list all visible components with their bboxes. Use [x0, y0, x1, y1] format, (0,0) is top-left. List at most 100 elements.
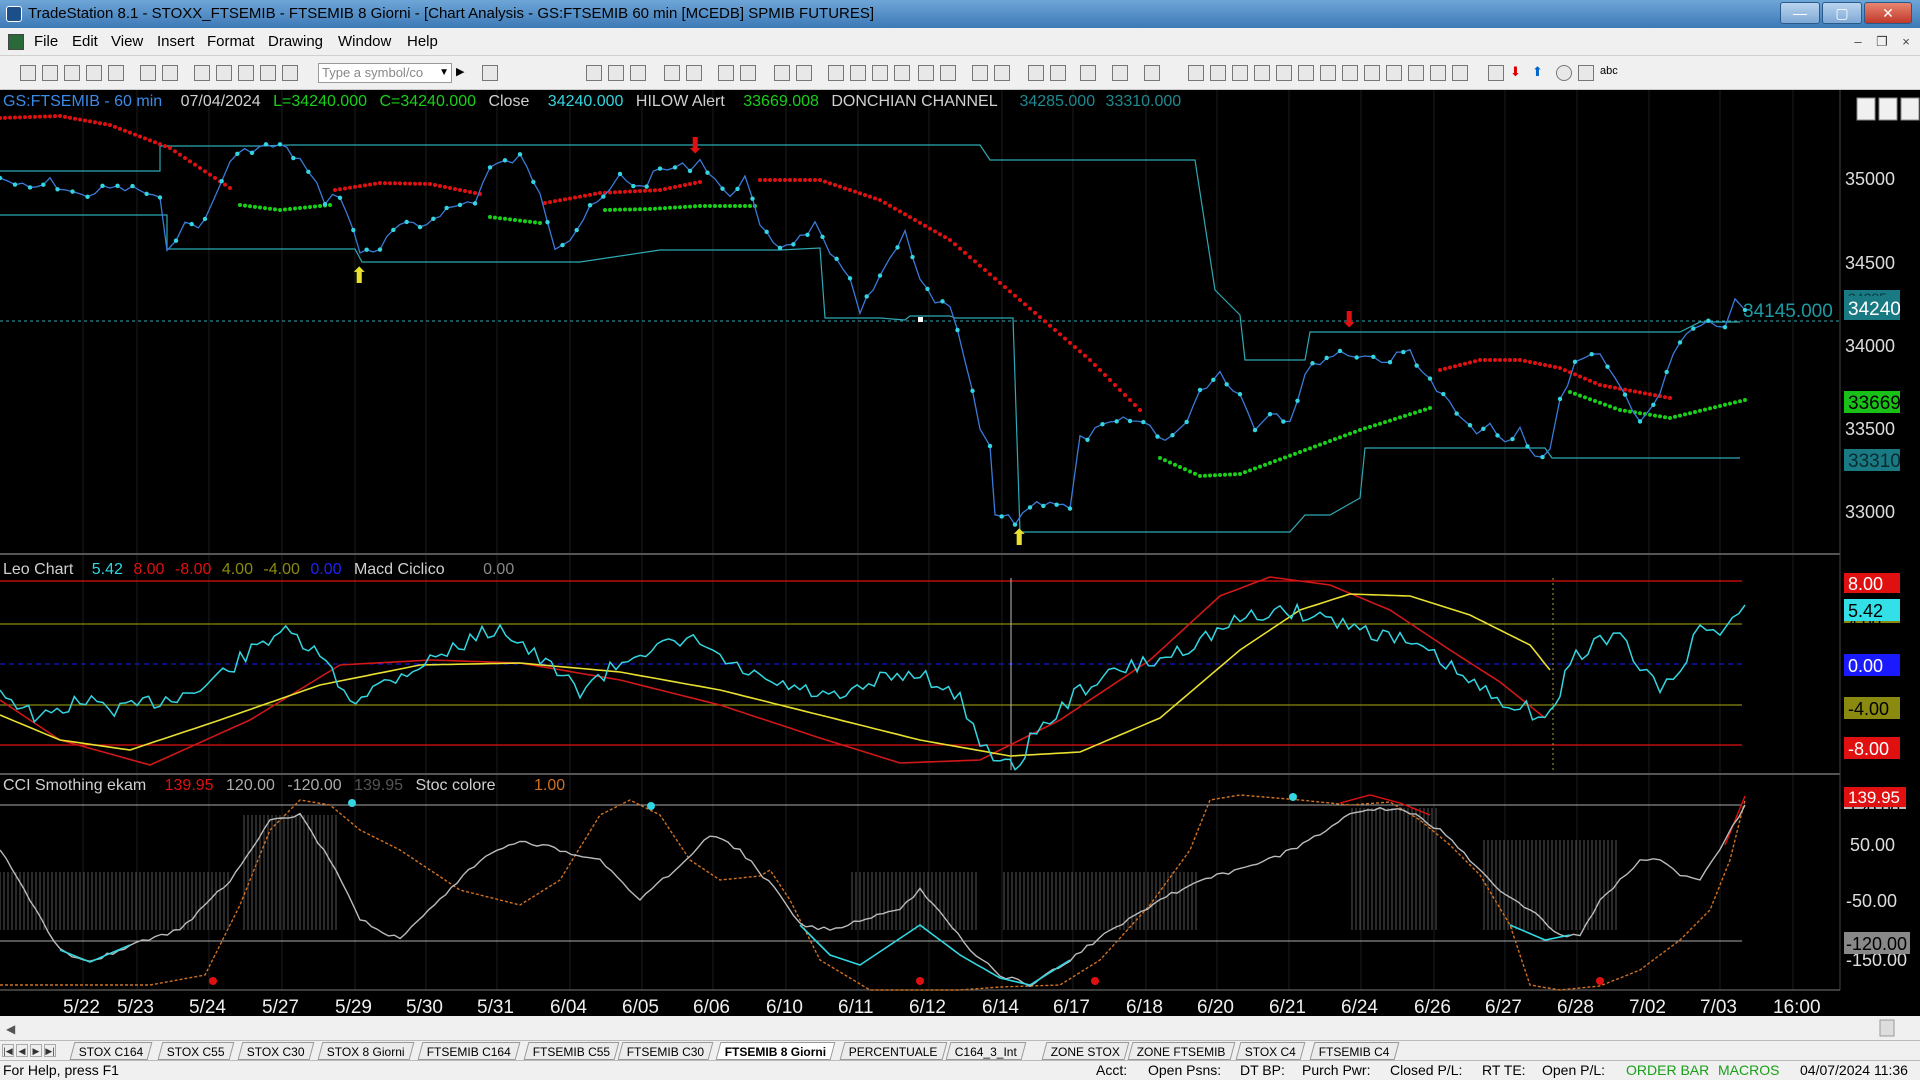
menu-format[interactable]: Format — [207, 28, 255, 56]
color-icon[interactable] — [282, 65, 298, 81]
tab-ftsemib-c30[interactable]: FTSEMIB C30 — [617, 1042, 714, 1060]
new-icon[interactable] — [20, 65, 36, 81]
tab-ftsemib-c55[interactable]: FTSEMIB C55 — [523, 1042, 620, 1060]
tab-ftsemib-c164[interactable]: FTSEMIB C164 — [417, 1042, 521, 1060]
tab-ftsemib-8-giorni[interactable]: FTSEMIB 8 Giorni — [715, 1042, 836, 1060]
open-icon[interactable] — [42, 65, 58, 81]
tab-stox-c30[interactable]: STOX C30 — [237, 1042, 315, 1060]
arc-icon[interactable] — [1408, 65, 1424, 81]
scale-icon[interactable] — [872, 65, 888, 81]
text-icon[interactable]: abc — [1600, 65, 1618, 81]
scroll-left-icon[interactable]: ◀ — [6, 1022, 16, 1036]
alert-icon[interactable] — [1112, 65, 1128, 81]
mdi-restore-icon[interactable]: ❐ — [1872, 32, 1892, 52]
parallel-lines-icon[interactable] — [1386, 65, 1402, 81]
open-workspace-icon[interactable] — [86, 65, 102, 81]
menu-view[interactable]: View — [111, 28, 143, 56]
mdi-close-icon[interactable]: × — [1896, 32, 1916, 52]
close-button[interactable]: ✕ — [1864, 2, 1912, 24]
rectangle-icon[interactable] — [1578, 65, 1594, 81]
pointer-icon[interactable] — [1028, 65, 1044, 81]
pen-icon[interactable] — [1452, 65, 1468, 81]
maximize-button[interactable]: ▢ — [1822, 2, 1862, 24]
tab-prev-icon[interactable]: ◀ — [16, 1044, 28, 1057]
vertical-lines-icon[interactable] — [1210, 65, 1226, 81]
tab-zone-ftsemib[interactable]: ZONE FTSEMIB — [1127, 1042, 1236, 1060]
ellipse-icon[interactable] — [1556, 65, 1572, 81]
tab-stox-c55[interactable]: STOX C55 — [157, 1042, 235, 1060]
chart-close-button[interactable] — [1900, 97, 1920, 121]
format-icon[interactable] — [260, 65, 276, 81]
strategy-icon[interactable] — [686, 65, 702, 81]
chart-analysis-window[interactable]: ⬇ ⬇ ⬆ ⬆ GS:FTSEMIB - 60 min 07/04/2024 L… — [0, 90, 1920, 1040]
speed-lines-icon[interactable] — [1320, 65, 1336, 81]
print-preview-icon[interactable] — [162, 65, 178, 81]
gann-fan-icon[interactable] — [1298, 65, 1314, 81]
cycle-icon[interactable] — [1430, 65, 1446, 81]
chart-type-icon[interactable] — [586, 65, 602, 81]
bar-spacing-icon[interactable] — [774, 65, 790, 81]
lock-icon[interactable] — [238, 65, 254, 81]
channel-icon[interactable] — [1342, 65, 1358, 81]
mdi-minimize-icon[interactable]: – — [1848, 32, 1868, 52]
save-icon[interactable] — [108, 65, 124, 81]
bar-width-icon[interactable] — [796, 65, 812, 81]
freehand-icon[interactable] — [1488, 65, 1504, 81]
menu-drawing[interactable]: Drawing — [268, 28, 323, 56]
print-icon[interactable] — [140, 65, 156, 81]
tab-first-icon[interactable]: |◀ — [2, 1044, 14, 1057]
scroll-icon[interactable] — [850, 65, 866, 81]
analysis-icon[interactable] — [718, 65, 734, 81]
horizontal-scrollbar[interactable] — [0, 1016, 1920, 1040]
fibonacci-icon[interactable] — [1254, 65, 1270, 81]
tab-percentuale[interactable]: PERCENTUALE — [839, 1042, 948, 1060]
new-workspace-icon[interactable] — [64, 65, 80, 81]
up-arrow-icon[interactable]: ⬆ — [1532, 65, 1548, 81]
chart-window-icon[interactable] — [8, 34, 24, 50]
expand-icon[interactable] — [918, 65, 934, 81]
tab-c164_3_int[interactable]: C164_3_Int — [945, 1042, 1027, 1060]
link-icon[interactable] — [216, 65, 232, 81]
menu-file[interactable]: File — [34, 28, 58, 56]
tools-icon[interactable] — [1080, 65, 1096, 81]
menu-insert[interactable]: Insert — [157, 28, 195, 56]
tab-zone-stox[interactable]: ZONE STOX — [1041, 1042, 1130, 1060]
candle-chart-icon[interactable] — [630, 65, 646, 81]
andrews-pitchfork-icon[interactable] — [1276, 65, 1292, 81]
scroll-thumb[interactable] — [1879, 1019, 1895, 1037]
tab-ftsemib-c4[interactable]: FTSEMIB C4 — [1309, 1042, 1400, 1060]
trendline-icon[interactable] — [1188, 65, 1204, 81]
window-icon[interactable] — [1144, 65, 1160, 81]
menu-window[interactable]: Window — [338, 28, 391, 56]
crosshair-icon[interactable] — [1050, 65, 1066, 81]
bar-chart-icon[interactable] — [608, 65, 624, 81]
zoom-out-icon[interactable] — [994, 65, 1010, 81]
down-arrow-icon[interactable]: ⬇ — [1510, 65, 1526, 81]
tab-last-icon[interactable]: ▶| — [44, 1044, 56, 1057]
menu-help[interactable]: Help — [407, 28, 438, 56]
symbol-input[interactable]: Type a symbol/co ▼ — [318, 63, 452, 83]
dropdown-arrow-icon[interactable]: ▼ — [439, 64, 449, 82]
minimize-button[interactable]: — — [1780, 2, 1820, 24]
time-axis[interactable]: 5/22 5/23 5/24 5/27 5/29 5/30 5/31 6/04 6/05 6/06… — [63, 997, 1821, 1018]
chart-minimize-button[interactable] — [1856, 97, 1876, 121]
tab-stox-c4[interactable]: STOX C4 — [1235, 1042, 1306, 1060]
insert-icon[interactable] — [894, 65, 910, 81]
compress-icon[interactable] — [940, 65, 956, 81]
tab-next-icon[interactable]: ▶ — [30, 1044, 42, 1057]
zoom-in-icon[interactable] — [972, 65, 988, 81]
horizontal-lines-icon[interactable] — [1232, 65, 1248, 81]
macros-button[interactable]: MACROS — [1718, 1061, 1779, 1080]
regression-icon[interactable] — [1364, 65, 1380, 81]
menu-edit[interactable]: Edit — [72, 28, 98, 56]
timeframe-icon[interactable] — [828, 65, 844, 81]
refresh-icon[interactable] — [194, 65, 210, 81]
data-window-icon[interactable] — [740, 65, 756, 81]
chart-restore-button[interactable] — [1878, 97, 1898, 121]
order-bar-button[interactable]: ORDER BAR — [1626, 1061, 1709, 1080]
find-symbol-icon[interactable] — [482, 65, 498, 81]
indicator-icon[interactable] — [664, 65, 680, 81]
tab-stox-c164[interactable]: STOX C164 — [69, 1042, 153, 1060]
go-arrow-icon[interactable]: ▶ — [456, 65, 472, 81]
tab-stox-8-giorni[interactable]: STOX 8 Giorni — [317, 1042, 415, 1060]
